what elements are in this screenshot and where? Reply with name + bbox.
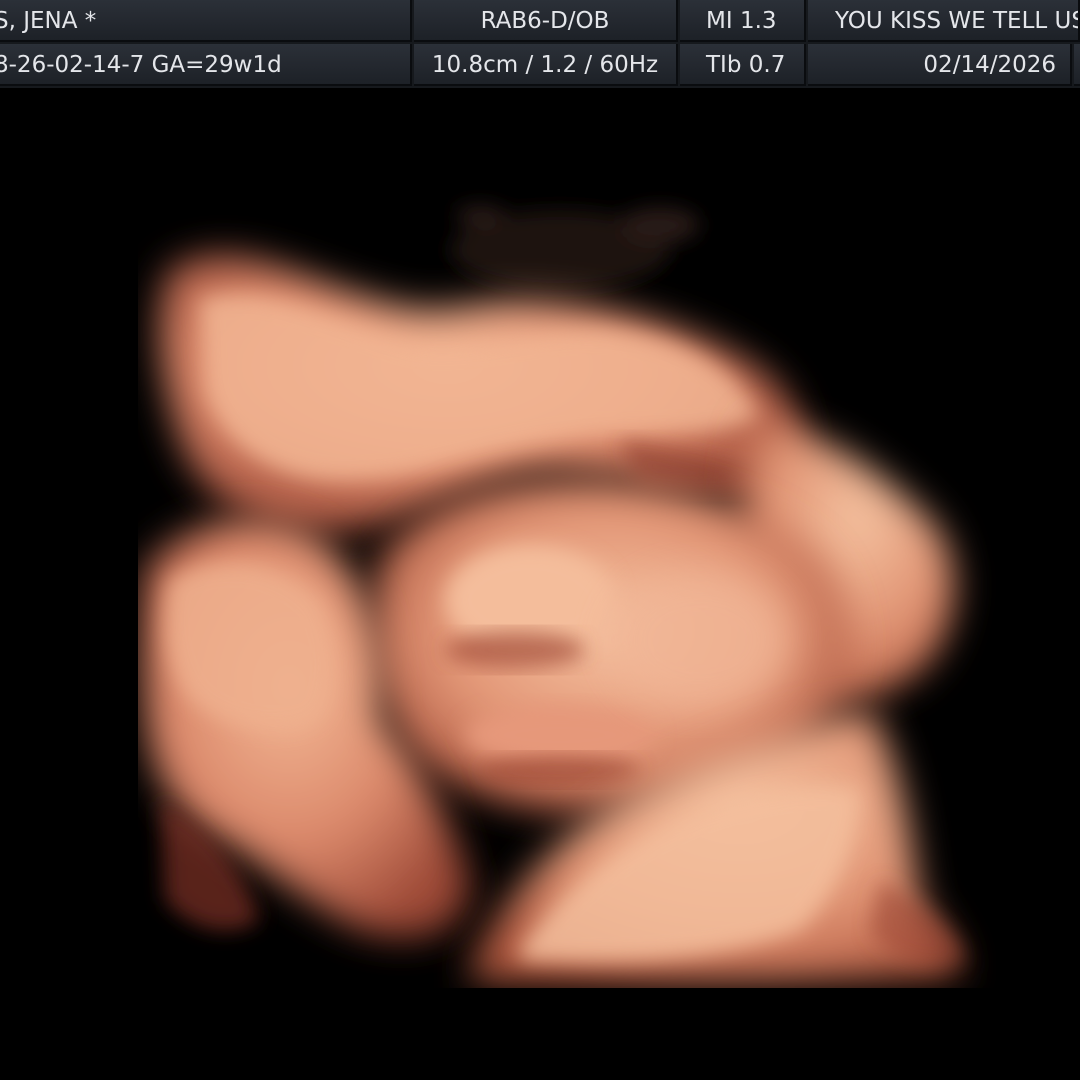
depth-freq-cell: 10.8cm / 1.2 / 60Hz xyxy=(414,44,678,86)
studio-name-cell: YOU KISS WE TELL US xyxy=(808,0,1080,42)
depth-freq: 10.8cm / 1.2 / 60Hz xyxy=(431,52,659,78)
patient-name: S, JENA * xyxy=(0,8,97,34)
patient-name-cell: S, JENA * xyxy=(0,0,412,42)
date-cell: 02/14/2026 xyxy=(808,44,1072,86)
patient-id-ga: 8-26-02-14-7 GA=29w1d xyxy=(0,52,282,78)
mechanical-index: MI 1.3 xyxy=(706,8,777,34)
info-header: S, JENA * RAB6-D/OB MI 1.3 YOU KISS WE T… xyxy=(0,0,1080,88)
probe-preset: RAB6-D/OB xyxy=(480,8,610,34)
probe-preset-cell: RAB6-D/OB xyxy=(414,0,678,42)
studio-name: YOU KISS WE TELL US xyxy=(835,8,1080,34)
tib-cell: TIb 0.7 xyxy=(680,44,806,86)
mi-cell: MI 1.3 xyxy=(680,0,806,42)
ultrasound-screen: S, JENA * RAB6-D/OB MI 1.3 YOU KISS WE T… xyxy=(0,0,1080,1080)
patient-id-cell: 8-26-02-14-7 GA=29w1d xyxy=(0,44,412,86)
exam-date: 02/14/2026 xyxy=(923,52,1056,78)
thermal-index-bone: TIb 0.7 xyxy=(706,52,786,78)
header-edge-cell xyxy=(1074,44,1080,86)
fetal-3d-render xyxy=(0,88,1080,1080)
